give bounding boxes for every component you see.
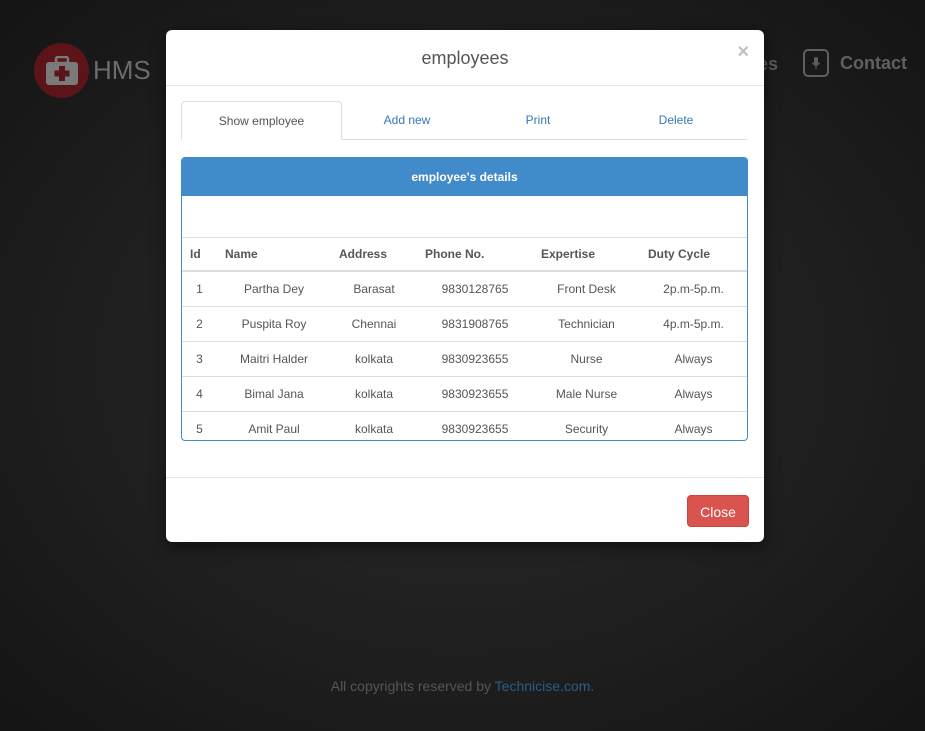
tab-show-employee[interactable]: Show employee	[181, 101, 342, 140]
cell-expertise: Security	[533, 411, 640, 440]
header-phone: Phone No.	[417, 238, 533, 272]
tab-print[interactable]: Print	[472, 101, 604, 139]
tab-delete[interactable]: Delete	[604, 101, 748, 139]
cell-name: Maitri Halder	[217, 341, 331, 377]
cell-phone: 9831908765	[417, 306, 533, 342]
tab-add-new[interactable]: Add new	[342, 101, 472, 139]
table-row: 2 Puspita Roy Chennai 9831908765 Technic…	[182, 306, 747, 342]
logo[interactable]: HMS	[34, 43, 151, 98]
header-id: Id	[182, 238, 217, 272]
employee-table: Id Name Address Phone No. Expertise Duty…	[182, 238, 747, 440]
cell-id: 5	[182, 411, 217, 440]
cell-address: kolkata	[331, 341, 417, 377]
panel-body	[182, 196, 747, 238]
cell-phone: 9830923655	[417, 341, 533, 377]
table-row: 4 Bimal Jana kolkata 9830923655 Male Nur…	[182, 376, 747, 412]
cell-expertise: Technician	[533, 306, 640, 342]
cell-expertise: Front Desk	[533, 270, 640, 307]
microphone-icon	[803, 49, 829, 77]
header-name: Name	[217, 238, 331, 272]
header-address: Address	[331, 238, 417, 272]
cell-duty-cycle: 4p.m-5p.m.	[640, 306, 747, 342]
employee-details-panel: employee's details Id Name Address Phone…	[181, 157, 748, 441]
cell-duty-cycle: Always	[640, 341, 747, 377]
cell-id: 1	[182, 270, 217, 307]
cell-id: 3	[182, 341, 217, 377]
cell-phone: 9830923655	[417, 411, 533, 440]
cell-address: Barasat	[331, 270, 417, 307]
cell-name: Bimal Jana	[217, 376, 331, 412]
modal-title: employees	[421, 48, 509, 68]
modal-header: employees ×	[166, 30, 764, 86]
brand-name: HMS	[93, 55, 151, 85]
header-duty-cycle: Duty Cycle	[640, 238, 747, 272]
cell-address: Chennai	[331, 306, 417, 342]
tab-bar: Show employee Add new Print Delete	[181, 101, 748, 140]
table-row: 3 Maitri Halder kolkata 9830923655 Nurse…	[182, 341, 747, 377]
employees-modal: employees × Show employee Add new Print …	[166, 30, 764, 542]
cell-phone: 9830128765	[417, 270, 533, 307]
cell-expertise: Nurse	[533, 341, 640, 377]
cell-duty-cycle: Always	[640, 376, 747, 412]
cell-name: Amit Paul	[217, 411, 331, 440]
cell-name: Partha Dey	[217, 270, 331, 307]
footer: All copyrights reserved by Technicise.co…	[0, 678, 925, 694]
table-row: 1 Partha Dey Barasat 9830128765 Front De…	[182, 270, 747, 307]
cell-duty-cycle: 2p.m-5p.m.	[640, 270, 747, 307]
medical-kit-icon	[34, 43, 89, 98]
panel-title: employee's details	[182, 158, 747, 196]
header-expertise: Expertise	[533, 238, 640, 272]
modal-footer: Close	[166, 477, 764, 543]
cell-id: 4	[182, 376, 217, 412]
cell-name: Puspita Roy	[217, 306, 331, 342]
table-row: 5 Amit Paul kolkata 9830923655 Security …	[182, 411, 747, 440]
cell-id: 2	[182, 306, 217, 342]
cell-address: kolkata	[331, 411, 417, 440]
cell-address: kolkata	[331, 376, 417, 412]
footer-text: All copyrights reserved by	[330, 678, 495, 694]
footer-link[interactable]: Technicise.com	[495, 678, 591, 694]
cell-phone: 9830923655	[417, 376, 533, 412]
nav-item-contact[interactable]: Contact	[803, 49, 907, 77]
close-icon[interactable]: ×	[737, 42, 749, 62]
footer-suffix: .	[590, 678, 595, 694]
table-header-row: Id Name Address Phone No. Expertise Duty…	[182, 238, 747, 272]
cell-expertise: Male Nurse	[533, 376, 640, 412]
close-button[interactable]: Close	[687, 495, 749, 527]
contact-label: Contact	[840, 52, 907, 73]
cell-duty-cycle: Always	[640, 411, 747, 440]
